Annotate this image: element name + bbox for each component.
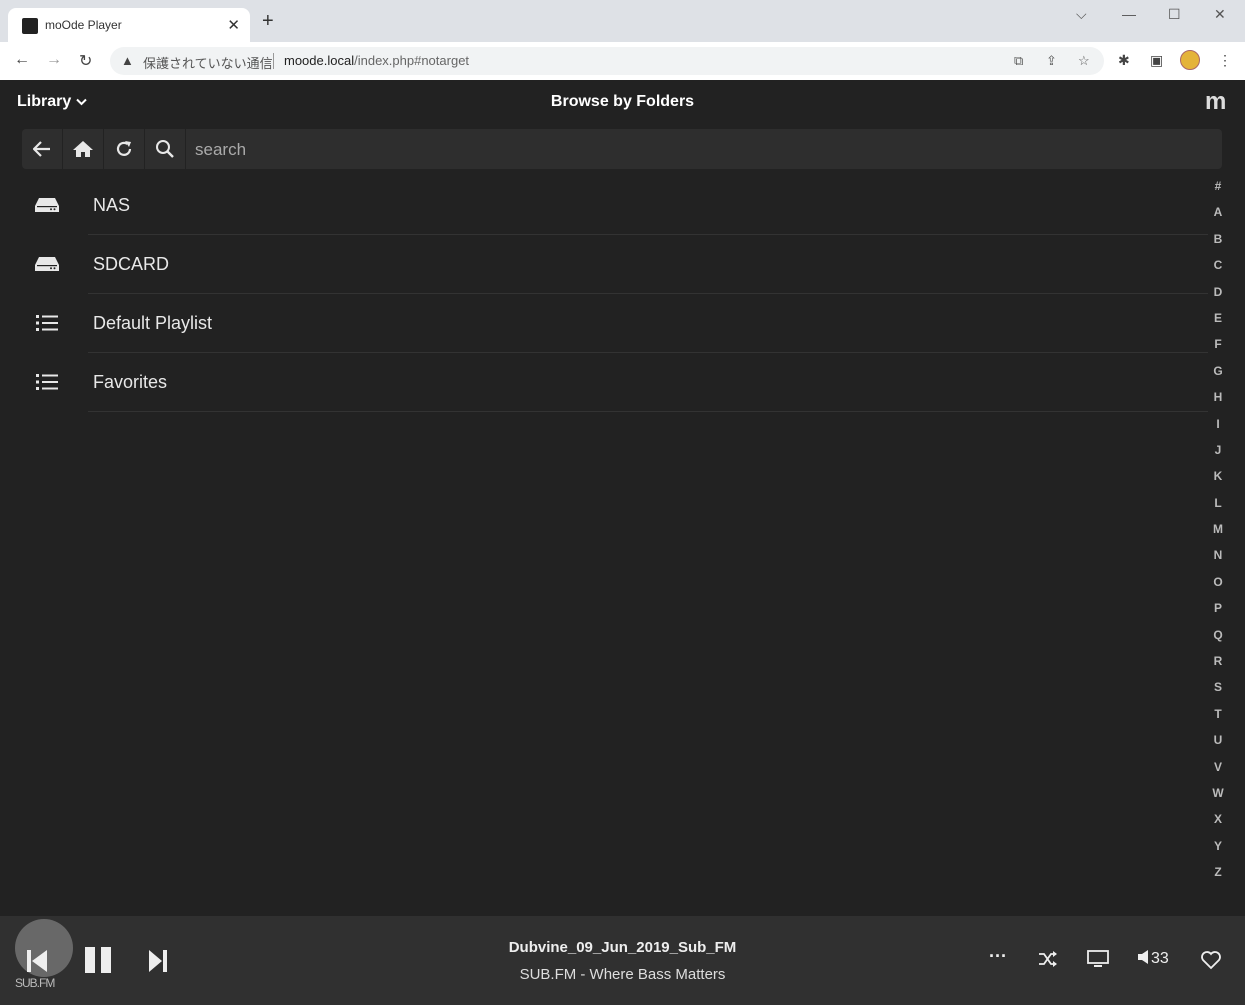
tab-title: moOde Player: [45, 18, 122, 32]
alphabet-index-letter[interactable]: Q: [1207, 628, 1229, 654]
station-name[interactable]: SUB.FM - Where Bass Matters: [0, 966, 1245, 983]
back-button[interactable]: [22, 129, 63, 169]
volume-control[interactable]: 33: [1137, 949, 1169, 968]
profile-avatar[interactable]: [1180, 50, 1200, 70]
alphabet-index-letter[interactable]: T: [1207, 707, 1229, 733]
alphabet-index-letter[interactable]: K: [1207, 469, 1229, 495]
side-panel-icon[interactable]: ▣: [1150, 52, 1163, 69]
browse-toolbar: [22, 129, 1227, 171]
search-button[interactable]: [145, 129, 186, 169]
alphabet-index-letter[interactable]: W: [1207, 786, 1229, 812]
drive-icon: [35, 257, 59, 271]
page-title: Browse by Folders: [550, 93, 695, 110]
folder-item-default-playlist[interactable]: Default Playlist: [36, 294, 1208, 353]
new-tab-button[interactable]: +: [262, 11, 274, 31]
bookmark-star-icon[interactable]: ☆: [1078, 53, 1090, 69]
alphabet-index-letter[interactable]: S: [1207, 680, 1229, 706]
alphabet-index: # A B C D E F G H I J K L M N O P Q R S T U V W X Y Z: [1207, 179, 1229, 892]
alphabet-index-letter[interactable]: J: [1207, 443, 1229, 469]
folder-label: SDCARD: [93, 254, 170, 274]
favicon-icon: [22, 18, 38, 34]
security-label[interactable]: 保護されていない通信: [143, 53, 273, 72]
browser-tab[interactable]: moOde Player ✕: [8, 8, 250, 42]
heart-icon[interactable]: [1200, 950, 1222, 970]
url-host: moode.local: [284, 53, 355, 68]
warning-icon[interactable]: ▲: [121, 53, 134, 68]
alphabet-index-letter[interactable]: E: [1207, 311, 1229, 337]
extensions-icon[interactable]: ✱: [1118, 52, 1130, 69]
more-options-icon[interactable]: ···: [989, 946, 1007, 967]
maximize-icon[interactable]: ☐: [1168, 6, 1181, 23]
reload-icon[interactable]: ↻: [79, 51, 92, 71]
player-bar: SUB.FM Dubvine_09_Jun_2019_Sub_FM SUB.FM…: [0, 916, 1245, 1005]
alphabet-index-letter[interactable]: H: [1207, 390, 1229, 416]
list-icon: [36, 374, 58, 390]
folder-item-sdcard[interactable]: SDCARD: [35, 235, 1208, 294]
menu-icon[interactable]: ⋮: [1218, 52, 1232, 69]
list-icon: [36, 315, 58, 331]
alphabet-index-letter[interactable]: A: [1207, 205, 1229, 231]
alphabet-index-letter[interactable]: F: [1207, 337, 1229, 363]
minimize-icon[interactable]: —: [1122, 6, 1136, 22]
address-bar[interactable]: ▲ 保護されていない通信 moode.local/index.php#notar…: [110, 47, 1104, 75]
alphabet-index-letter[interactable]: G: [1207, 364, 1229, 390]
browser-tabstrip: moOde Player ✕ + ⌵ — ☐ ✕: [0, 0, 1245, 42]
drive-icon: [35, 198, 59, 212]
track-title[interactable]: Dubvine_09_Jun_2019_Sub_FM: [0, 939, 1245, 956]
search-icon: [156, 140, 174, 158]
search-input[interactable]: [185, 129, 1227, 171]
volume-icon: [1138, 950, 1148, 964]
volume-level: 33: [1151, 950, 1169, 967]
alphabet-index-letter[interactable]: Y: [1207, 839, 1229, 865]
alphabet-index-letter[interactable]: N: [1207, 548, 1229, 574]
alphabet-index-letter[interactable]: O: [1207, 575, 1229, 601]
refresh-button[interactable]: [104, 129, 145, 169]
folder-list: NAS SDCARD Default Playlist Favorites: [22, 176, 1208, 412]
close-tab-icon[interactable]: ✕: [227, 16, 240, 34]
folder-label: NAS: [93, 195, 131, 215]
arrow-left-icon: [33, 141, 50, 157]
url-text[interactable]: moode.local/index.php#notarget: [284, 53, 469, 68]
folder-item-nas[interactable]: NAS: [35, 176, 1208, 235]
alphabet-index-letter[interactable]: M: [1207, 522, 1229, 548]
share-icon[interactable]: ⇪: [1046, 53, 1057, 69]
browser-toolbar: ← → ↻ ▲ 保護されていない通信 moode.local/index.php…: [0, 42, 1245, 80]
moode-logo[interactable]: m: [1205, 88, 1226, 116]
alphabet-index-letter[interactable]: I: [1207, 417, 1229, 443]
home-button[interactable]: [63, 129, 104, 169]
alphabet-index-letter[interactable]: B: [1207, 232, 1229, 258]
alphabet-index-letter[interactable]: V: [1207, 760, 1229, 786]
alphabet-index-letter[interactable]: X: [1207, 812, 1229, 838]
alphabet-index-letter[interactable]: U: [1207, 733, 1229, 759]
tab-search-icon[interactable]: ⌵: [1076, 6, 1087, 23]
alphabet-index-letter[interactable]: #: [1207, 179, 1229, 205]
app-container: Library Browse by Folders m search NAS S…: [0, 80, 1245, 1005]
alphabet-index-letter[interactable]: C: [1207, 258, 1229, 284]
alphabet-index-letter[interactable]: L: [1207, 496, 1229, 522]
folder-item-favorites[interactable]: Favorites: [36, 353, 1208, 412]
back-icon[interactable]: ←: [14, 51, 30, 69]
folder-label: Favorites: [93, 372, 168, 392]
url-path: /index.php#notarget: [354, 53, 470, 68]
folder-label: Default Playlist: [93, 313, 213, 333]
refresh-icon: [116, 141, 132, 156]
address-divider: [273, 53, 274, 69]
alphabet-index-letter[interactable]: P: [1207, 601, 1229, 627]
alphabet-index-letter[interactable]: R: [1207, 654, 1229, 680]
window-close-icon[interactable]: ✕: [1214, 6, 1226, 23]
shuffle-icon[interactable]: [1038, 950, 1058, 968]
alphabet-index-letter[interactable]: D: [1207, 285, 1229, 311]
home-icon: [73, 141, 93, 157]
translate-icon[interactable]: ⧉: [1014, 53, 1023, 69]
alphabet-index-letter[interactable]: Z: [1207, 865, 1229, 891]
display-icon[interactable]: [1087, 950, 1109, 968]
forward-icon[interactable]: →: [46, 51, 62, 69]
